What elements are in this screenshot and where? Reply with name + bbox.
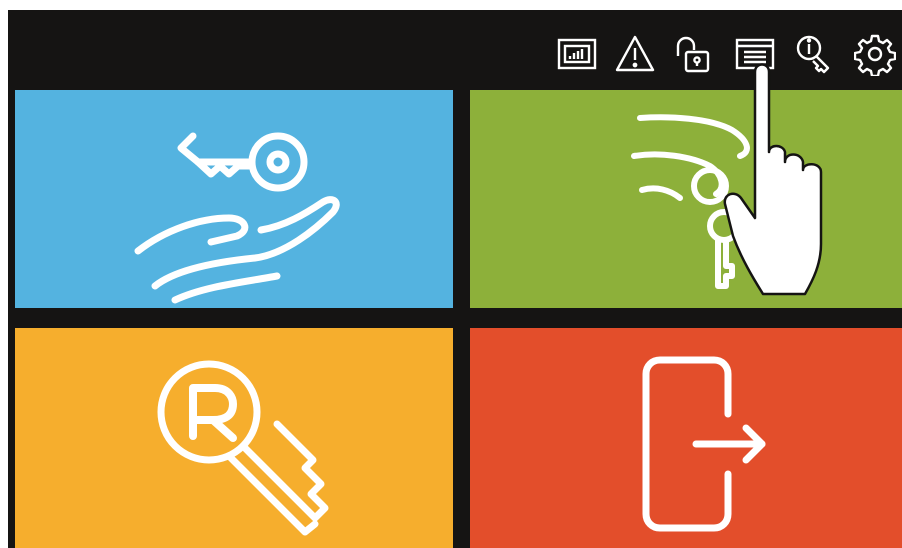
exit-door-icon	[642, 356, 766, 532]
tile-reserved-key[interactable]	[15, 328, 453, 548]
unlock-icon[interactable]	[672, 32, 714, 76]
kiosk-screen	[8, 10, 902, 548]
reserved-key-icon	[157, 360, 329, 536]
tile-key-handover[interactable]	[15, 90, 453, 308]
warning-icon[interactable]	[614, 32, 656, 76]
tile-exit[interactable]	[470, 328, 902, 548]
tile-key-return[interactable]	[470, 90, 902, 308]
card-reader-icon[interactable]	[734, 32, 776, 76]
statistics-icon[interactable]	[556, 32, 598, 76]
key-info-icon[interactable]	[794, 32, 836, 76]
keys-in-hand-icon	[631, 114, 750, 289]
top-toolbar	[8, 10, 902, 88]
hand-key-icon	[134, 132, 340, 304]
settings-icon[interactable]	[854, 32, 896, 76]
